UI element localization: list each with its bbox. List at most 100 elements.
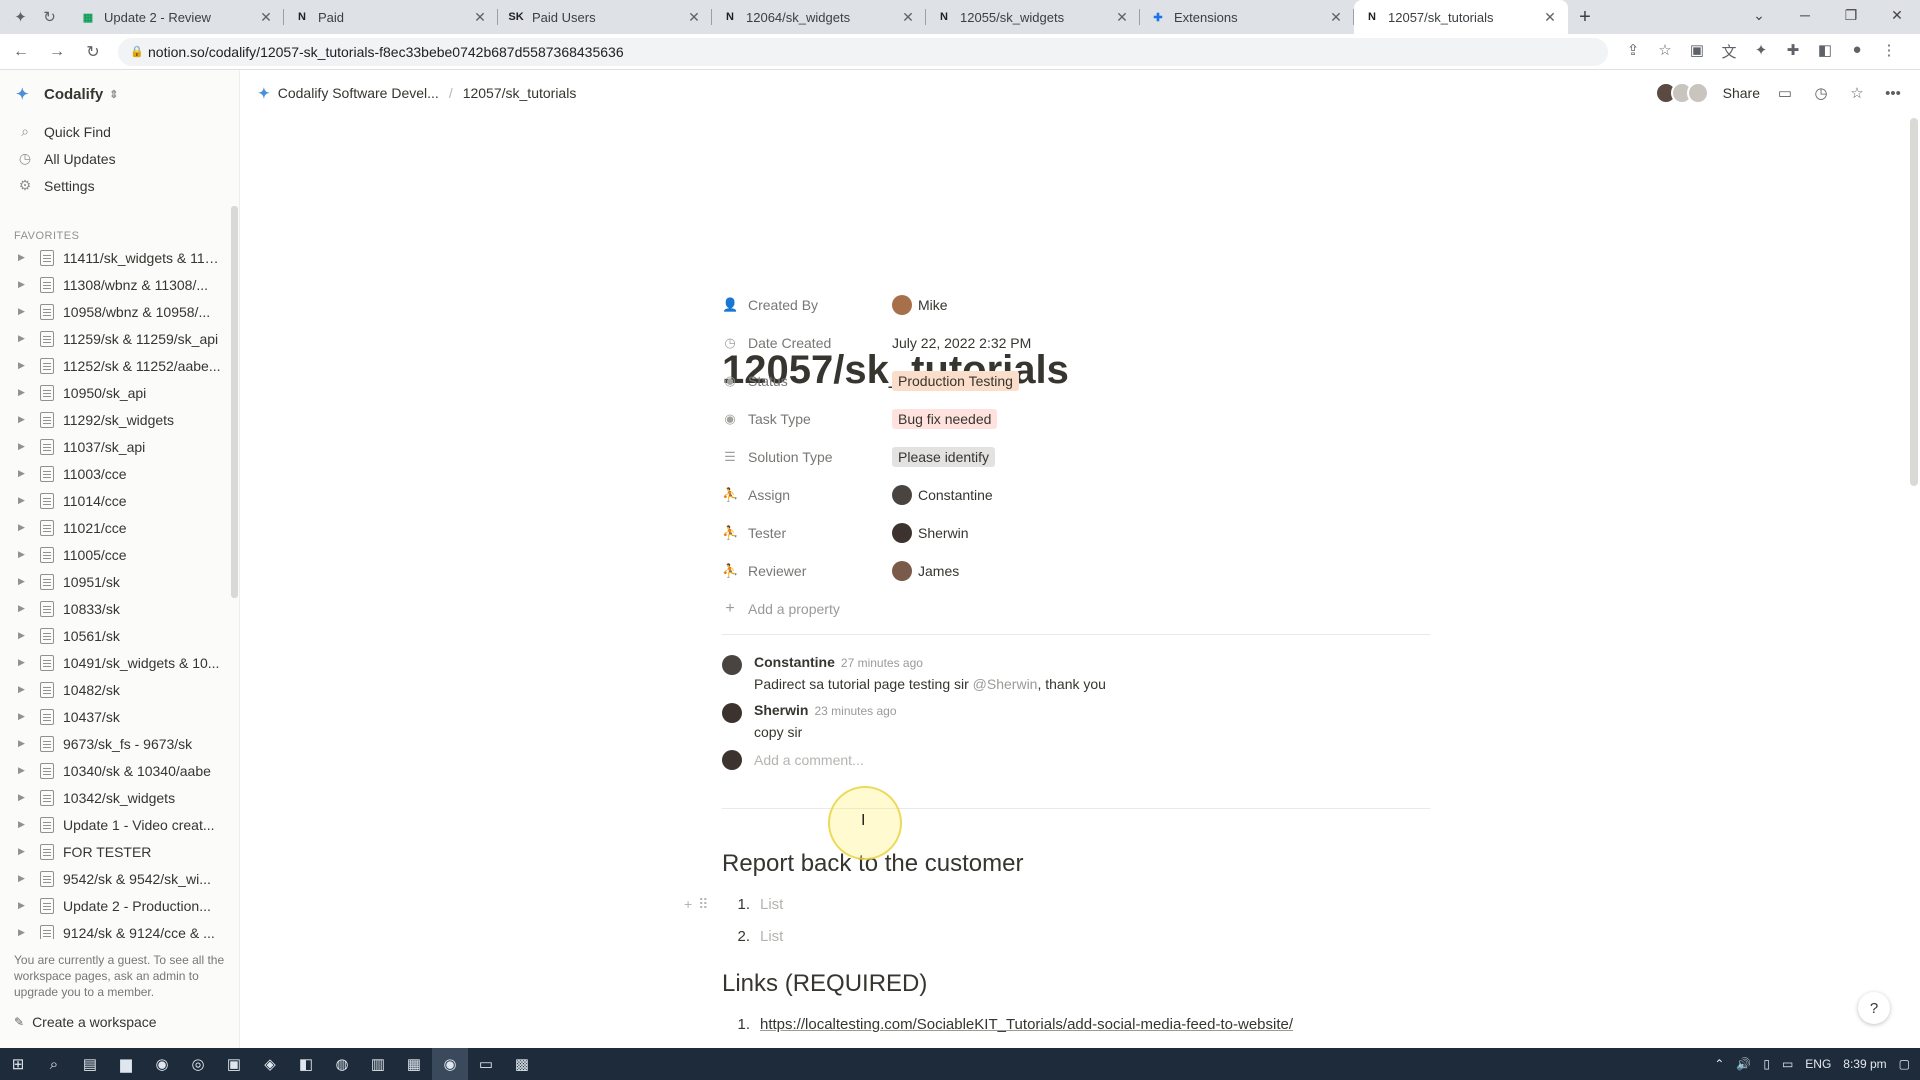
translate-icon[interactable]: 文 [1718,41,1740,62]
property-label[interactable]: ⛹ Reviewer [722,563,892,579]
sidepanel-icon[interactable]: ◧ [1814,41,1836,62]
lock-icon[interactable]: 🔒 [130,45,148,58]
property-label[interactable]: ◉ Status [722,373,892,389]
sidebar-favorite-item[interactable]: ▶ 11003/cce [0,460,230,487]
property-value[interactable]: Constantine [892,485,993,505]
collaborator-avatars[interactable] [1654,82,1709,104]
cmd-icon[interactable]: ▦ [396,1048,432,1080]
tab-2[interactable]: N Paid ✕ [284,0,498,34]
property-label[interactable]: ⛹ Tester [722,525,892,541]
screenshot-icon[interactable]: ▣ [1686,41,1708,62]
url-field[interactable]: 🔒 notion.so/codalify/12057-sk_tutorials-… [118,37,1608,66]
sidebar-favorite-item[interactable]: ▶ 11411/sk_widgets & 114... [0,244,230,271]
maximize-icon[interactable]: ❐ [1828,0,1874,30]
reload-icon[interactable]: ↻ [78,42,108,62]
sidebar-favorite-item[interactable]: ▶ 11259/sk & 11259/sk_api [0,325,230,352]
language-indicator[interactable]: ENG [1805,1057,1831,1071]
comment-author[interactable]: Sherwin [754,702,808,718]
property-value[interactable]: James [892,561,959,581]
sidebar-favorite-item[interactable]: ▶ 10833/sk [0,595,230,622]
extension-icon[interactable]: ↻ [43,8,56,26]
expand-triangle-icon[interactable]: ▶ [18,819,28,830]
task-view-icon[interactable]: ▤ [72,1048,108,1080]
tab-3[interactable]: SK Paid Users ✕ [498,0,712,34]
back-icon[interactable]: ← [6,43,36,61]
menu-kebab-icon[interactable]: ⋮ [1878,41,1900,62]
browser-active-icon[interactable]: ◉ [432,1048,468,1080]
search-icon[interactable]: ⌕ [36,1048,72,1080]
expand-triangle-icon[interactable]: ▶ [18,873,28,884]
notifications-icon[interactable]: ▢ [1899,1057,1910,1071]
sidebar-favorite-item[interactable]: ▶ 11014/cce [0,487,230,514]
breadcrumb-current[interactable]: 12057/sk_tutorials [463,85,577,101]
sidebar-favorite-item[interactable]: ▶ 9542/sk & 9542/sk_wi... [0,865,230,892]
expand-triangle-icon[interactable]: ▶ [18,333,28,344]
tab-4[interactable]: N 12064/sk_widgets ✕ [712,0,926,34]
tab-close-icon[interactable]: ✕ [900,9,916,26]
sidebar-scrollbar[interactable] [231,206,238,598]
property-label[interactable]: ⛹ Assign [722,487,892,503]
sidebar-favorite-item[interactable]: ▶ 9673/sk_fs - 9673/sk [0,730,230,757]
sidebar-nav-quick-find[interactable]: ⌕ Quick Find [0,118,239,145]
sidebar-nav-settings[interactable]: ⚙ Settings [0,172,239,199]
sidebar-favorite-item[interactable]: ▶ 10958/wbnz & 10958/... [0,298,230,325]
expand-triangle-icon[interactable]: ▶ [18,846,28,857]
sidebar-nav-all-updates[interactable]: ◷ All Updates [0,145,239,172]
file-explorer-icon[interactable]: ▆ [108,1048,144,1080]
chrome-icon[interactable]: ◎ [180,1048,216,1080]
expand-triangle-icon[interactable]: ▶ [18,765,28,776]
share-button[interactable]: Share [1723,85,1760,101]
share-page-icon[interactable]: ⇪ [1622,41,1644,62]
expand-triangle-icon[interactable]: ▶ [18,684,28,695]
clock-text[interactable]: 8:39 pm [1843,1057,1886,1071]
history-clock-icon[interactable]: ◷ [1810,84,1832,102]
network-tool-icon[interactable]: ▩ [504,1048,540,1080]
vscode-icon[interactable]: ◈ [252,1048,288,1080]
expand-triangle-icon[interactable]: ▶ [18,306,28,317]
sidebar-favorite-item[interactable]: ▶ 11252/sk & 11252/aabe... [0,352,230,379]
sidebar-favorite-item[interactable]: ▶ 10482/sk [0,676,230,703]
create-workspace-button[interactable]: ✎ Create a workspace [14,1014,157,1030]
expand-triangle-icon[interactable]: ▶ [18,738,28,749]
expand-triangle-icon[interactable]: ▶ [18,549,28,560]
terminal-icon[interactable]: ▣ [216,1048,252,1080]
expand-triangle-icon[interactable]: ▶ [18,792,28,803]
expand-triangle-icon[interactable]: ▶ [18,603,28,614]
tab-5[interactable]: N 12055/sk_widgets ✕ [926,0,1140,34]
sidebar-favorite-item[interactable]: ▶ 9124/sk & 9124/cce & ... [0,919,230,939]
links-heading[interactable]: Links (REQUIRED) [722,970,927,998]
add-property-button[interactable]: + Add a property [722,590,1430,628]
block-handle-icons[interactable]: +⠿ [684,896,714,913]
profile-avatar-icon[interactable]: ● [1846,41,1868,62]
firefox-icon[interactable]: ◉ [144,1048,180,1080]
forward-icon[interactable]: → [42,43,72,61]
sidebar-favorite-item[interactable]: ▶ 11292/sk_widgets [0,406,230,433]
app-icon[interactable]: ◍ [324,1048,360,1080]
property-value[interactable]: Please identify [892,447,996,467]
property-value[interactable]: July 22, 2022 2:32 PM [892,335,1031,351]
link[interactable]: https://localtesting.com/SociableKIT_Tut… [760,1016,1293,1033]
sidebar-favorite-item[interactable]: ▶ 11021/cce [0,514,230,541]
comments-icon[interactable]: ▭ [1774,84,1796,102]
sidebar-favorite-item[interactable]: ▶ 10950/sk_api [0,379,230,406]
mention[interactable]: @Sherwin [973,676,1038,692]
tab-7[interactable]: N 12057/sk_tutorials ✕ [1354,0,1568,34]
tab-close-icon[interactable]: ✕ [1114,9,1130,26]
sublime-icon[interactable]: ◧ [288,1048,324,1080]
tab-1[interactable]: ▦ Update 2 - Review ✕ [70,0,284,34]
workspace-switcher[interactable]: ✦ Codalify ⇕ [0,70,239,118]
windows-start-icon[interactable]: ⊞ [0,1048,36,1080]
extensions-puzzle-icon[interactable]: ✚ [1782,41,1804,62]
sidebar-favorite-item[interactable]: ▶ Update 1 - Video creat... [0,811,230,838]
property-value[interactable]: Bug fix needed [892,409,998,429]
expand-triangle-icon[interactable]: ▶ [18,657,28,668]
volume-icon[interactable]: 🔊 [1736,1057,1751,1071]
add-comment-input[interactable]: Add a comment... [754,752,864,768]
sidebar-favorite-item[interactable]: ▶ FOR TESTER [0,838,230,865]
sidebar-favorite-item[interactable]: ▶ 11308/wbnz & 11308/... [0,271,230,298]
expand-triangle-icon[interactable]: ▶ [18,414,28,425]
expand-triangle-icon[interactable]: ▶ [18,522,28,533]
numbered-list-item[interactable]: 2. List [722,928,783,945]
expand-triangle-icon[interactable]: ▶ [18,279,28,290]
expand-triangle-icon[interactable]: ▶ [18,630,28,641]
